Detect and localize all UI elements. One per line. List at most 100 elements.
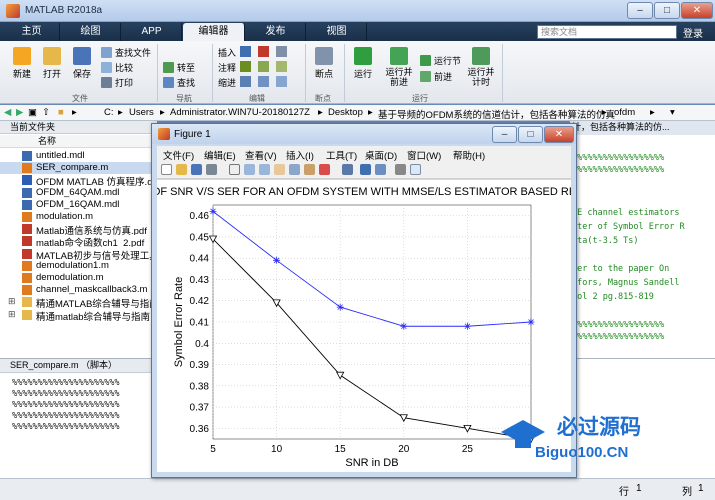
minimize-button[interactable]: – (627, 2, 653, 19)
run-button[interactable]: 运行 (348, 47, 378, 80)
open-icon[interactable] (176, 164, 187, 175)
path-part[interactable]: ofdm (614, 107, 635, 118)
data-cursor-icon[interactable] (304, 164, 315, 175)
menu-tools[interactable]: 工具(T) (326, 148, 357, 162)
file-row[interactable]: matlab命令函数ch1_2.pdf (0, 235, 157, 247)
tab-view[interactable]: 视图 (307, 23, 367, 41)
new-button[interactable]: 新建 (8, 47, 36, 80)
login-link[interactable]: 登录 (683, 25, 703, 40)
menu-window[interactable]: 窗口(W) (407, 148, 441, 162)
figure-maximize-button[interactable]: □ (518, 126, 543, 143)
file-row[interactable]: demodulation1.m (0, 260, 157, 272)
colorbar-icon[interactable] (360, 164, 371, 175)
hide-tools-icon[interactable] (395, 164, 406, 175)
file-row[interactable]: modulation.m (0, 211, 157, 223)
search-docs-input[interactable]: 搜索文档 (537, 25, 677, 39)
print-button[interactable]: 打印 (101, 76, 133, 88)
up-folder-icon[interactable]: ⇧ (42, 107, 50, 118)
insert-section-icon[interactable] (240, 46, 251, 57)
address-bar[interactable]: ◀ ▶ ▣ ⇧ ■ ▸ C: ▸ Users ▸ Administrator.W… (0, 105, 715, 121)
tab-plots[interactable]: 绘图 (61, 23, 121, 41)
run-advance-button[interactable]: 运行并前进 (384, 47, 414, 87)
compare-button[interactable]: 比较 (101, 61, 133, 73)
indent-button[interactable]: 缩进 (218, 76, 236, 88)
indent-decrease-icon[interactable] (276, 76, 287, 87)
editor-panel[interactable]: 计，包括各种算法的仿... %%%%%%%%%%%%%%%%%% %%%%%%%… (570, 121, 715, 358)
menu-view[interactable]: 查看(V) (245, 148, 277, 162)
forward-arrow-icon[interactable]: ▶ (16, 107, 23, 118)
comment-button[interactable]: 注释 (218, 61, 236, 73)
run-section-button[interactable]: 运行节 (420, 54, 461, 66)
zoom-out-icon[interactable] (259, 164, 270, 175)
expand-icon[interactable]: ⊞ (8, 296, 16, 307)
path-part[interactable]: 基于导频的OFDM系统的信道估计，包括各种算法的仿真 (378, 107, 615, 121)
uncomment-icon[interactable] (258, 61, 269, 72)
save-button[interactable]: 保存 (68, 47, 96, 80)
save-icon[interactable] (191, 164, 202, 175)
wrap-comment-icon[interactable] (276, 61, 287, 72)
path-part[interactable]: C: (104, 107, 114, 118)
menu-edit[interactable]: 编辑(E) (204, 148, 236, 162)
run-and-time-button[interactable]: 运行并计时 (466, 47, 496, 87)
expand-icon[interactable]: ⊞ (8, 309, 16, 320)
tab-publish[interactable]: 发布 (246, 23, 306, 41)
link-plot-icon[interactable] (342, 164, 353, 175)
maximize-button[interactable]: □ (654, 2, 680, 19)
tab-editor[interactable]: 编辑器 (183, 23, 245, 41)
file-row[interactable]: untitled.mdl (0, 150, 157, 162)
browse-folder-icon[interactable]: ▣ (28, 107, 37, 118)
close-button[interactable]: ✕ (681, 2, 713, 19)
new-figure-icon[interactable] (161, 164, 172, 175)
path-part[interactable]: Administrator.WIN7U-20180127Z (170, 107, 310, 118)
pan-hand-icon[interactable] (274, 164, 285, 175)
file-row[interactable]: SER_compare.m (0, 162, 157, 175)
menu-help[interactable]: 帮助(H) (453, 148, 485, 162)
figure-close-button[interactable]: ✕ (544, 126, 574, 143)
print-icon[interactable] (206, 164, 217, 175)
file-row[interactable]: channel_maskcallback3.m (0, 284, 157, 296)
open-button[interactable]: 打开 (38, 47, 66, 80)
menu-desktop[interactable]: 桌面(D) (365, 148, 397, 162)
insert-button[interactable]: 插入 (218, 46, 236, 58)
show-tools-icon[interactable] (410, 164, 421, 175)
comment-percent-icon[interactable] (240, 61, 251, 72)
path-dropdown-icon[interactable]: ▾ (670, 107, 675, 118)
group-breakpoints: 断点 (315, 94, 331, 103)
file-row[interactable]: OFDM_64QAM.mdl (0, 187, 157, 199)
advance-button[interactable]: 前进 (420, 70, 452, 82)
menu-file[interactable]: 文件(F) (163, 148, 194, 162)
indent-increase-icon[interactable] (258, 76, 269, 87)
file-row[interactable]: Matlab通信系统与仿真.pdf (0, 223, 157, 235)
file-row[interactable]: demodulation.m (0, 272, 157, 284)
menu-insert[interactable]: 插入(I) (286, 148, 314, 162)
file-row[interactable]: OFDM_16QAM.mdl (0, 199, 157, 211)
file-row[interactable]: MATLAB初步与信号处理工具 (0, 248, 157, 260)
figure-logo-icon (158, 128, 170, 140)
rotate-3d-icon[interactable] (289, 164, 300, 175)
pointer-icon[interactable] (229, 164, 240, 175)
fx-icon[interactable] (258, 46, 269, 57)
legend-icon[interactable] (375, 164, 386, 175)
figure-title-bar[interactable]: Figure 1 – □ ✕ (152, 124, 576, 144)
find-button[interactable]: 查找 (163, 76, 195, 88)
brush-icon[interactable] (319, 164, 330, 175)
editor-tab[interactable]: 计，包括各种算法的仿... (570, 121, 715, 135)
zoom-in-icon[interactable] (244, 164, 255, 175)
path-part[interactable]: Desktop (328, 107, 363, 118)
file-row[interactable]: ⊞ 精通MATLAB综合辅导与指南 (0, 296, 157, 308)
path-sep: ▸ (72, 107, 77, 118)
path-part[interactable]: Users (129, 107, 154, 118)
find-files-button[interactable]: 查找文件 (101, 46, 151, 58)
smart-indent-icon[interactable] (240, 76, 251, 87)
details-line: %%%%%%%%%%%%%%%%%%%%% (12, 378, 120, 388)
goto-button[interactable]: 转至 (163, 61, 195, 73)
figure-minimize-button[interactable]: – (492, 126, 517, 143)
back-arrow-icon[interactable]: ◀ (4, 107, 11, 118)
breakpoints-button[interactable]: 断点 (309, 47, 339, 80)
file-row[interactable]: ⊞ 精通matlab综合辅导与指南 (0, 309, 157, 321)
name-column-header[interactable]: 名称 (0, 135, 157, 148)
tab-home[interactable]: 主页 (4, 23, 60, 41)
insert-dropdown-icon[interactable] (276, 46, 287, 57)
file-row[interactable]: OFDM MATLAB 仿真程序.de (0, 174, 157, 186)
tab-apps[interactable]: APP (122, 23, 182, 41)
